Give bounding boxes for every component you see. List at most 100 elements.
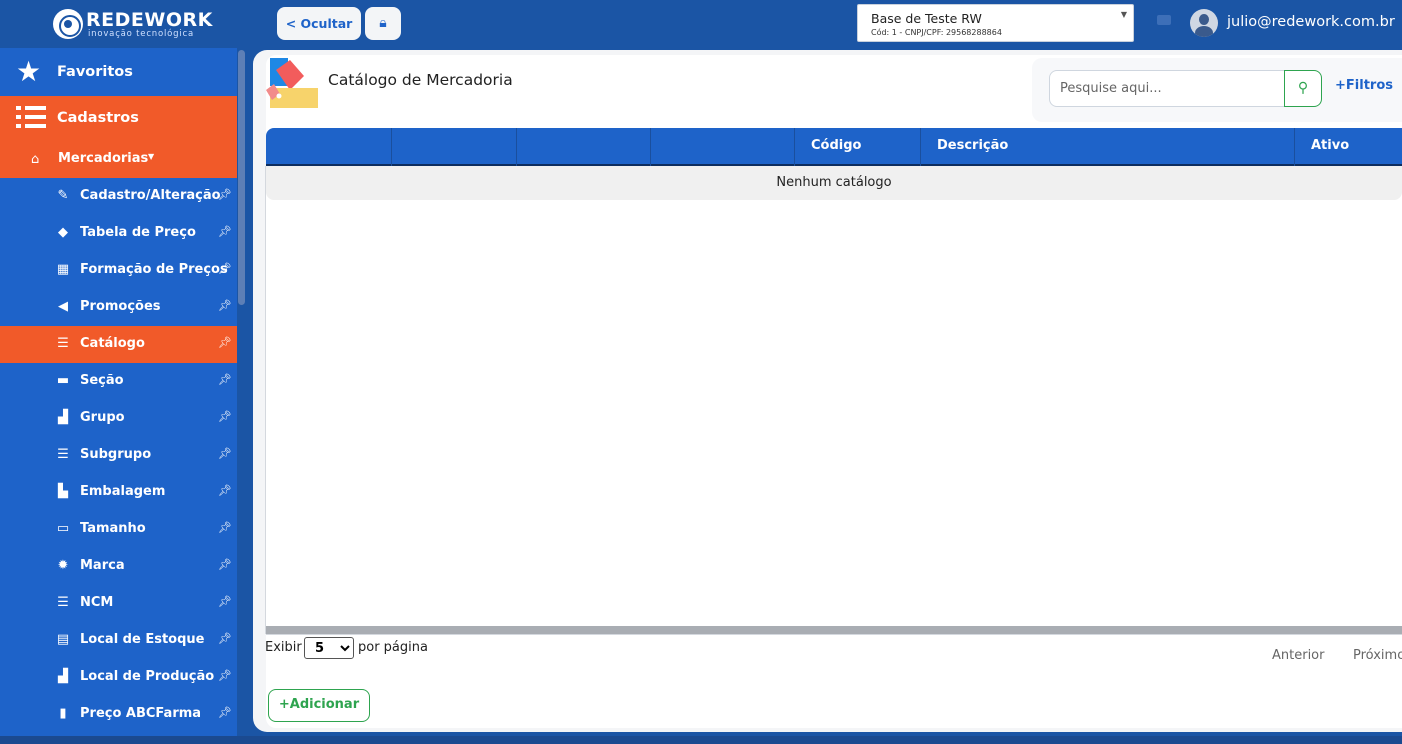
per-page-label: Exibir [265, 640, 302, 655]
search-input[interactable] [1049, 70, 1287, 107]
lock-icon: 🔒︎ [379, 15, 387, 31]
list-icon [16, 106, 46, 128]
bottom-bar [0, 736, 1402, 744]
sidebar-item-marca[interactable]: ✹ Marca 📌︎ [0, 548, 237, 585]
page-title: Catálogo de Mercadoria [328, 71, 513, 89]
sidebar-item-grupo[interactable]: ▟ Grupo 📌︎ [0, 400, 237, 437]
pin-icon[interactable]: 📌︎ [218, 410, 232, 423]
sidebar-item-favoritos[interactable]: ★ Favoritos [0, 48, 237, 96]
pin-icon[interactable]: 📌︎ [218, 706, 232, 719]
list-icon: ☰ [57, 595, 69, 610]
industry-icon: ▟ [58, 669, 68, 684]
dolly-icon: ▙ [58, 484, 68, 499]
sidebar-item-cadastro-alteracao[interactable]: ✎ Cadastro/Alteração 📌︎ [0, 178, 237, 215]
search-button[interactable]: ⚲ [1284, 70, 1322, 107]
database-select[interactable]: Base de Teste RW Cód: 1 - CNPJ/CPF: 2956… [857, 4, 1134, 42]
column-header-1[interactable] [266, 128, 392, 166]
archive-icon: ▬ [56, 373, 70, 388]
brand-tagline: inovação tecnológica [88, 29, 194, 39]
table-divider [266, 634, 1402, 635]
sidebar-item-tabela-de-preco[interactable]: ◆ Tabela de Preço 📌︎ [0, 215, 237, 252]
list-icon: ☰ [57, 336, 69, 351]
sidebar-item-label: Marca [80, 558, 125, 573]
user-email[interactable]: julio@redework.com.br [1227, 14, 1395, 30]
pin-icon[interactable]: 📌︎ [218, 336, 232, 349]
pin-icon[interactable]: 📌︎ [218, 299, 232, 312]
search-icon: ⚲ [1297, 80, 1309, 96]
list-icon: ☰ [57, 447, 69, 462]
sidebar-item-local-de-estoque[interactable]: ▤ Local de Estoque 📌︎ [0, 622, 237, 659]
pin-icon[interactable]: 📌︎ [218, 447, 232, 460]
sidebar-item-label: Promoções [80, 299, 161, 314]
sidebar-item-formacao-de-precos[interactable]: ▦ Formação de Preços 📌︎ [0, 252, 237, 289]
megaphone-icon: ◀ [58, 299, 68, 314]
sidebar-item-preco-abcfarma[interactable]: ▮ Preço ABCFarma 📌︎ [0, 696, 237, 733]
sidebar-item-label: Preço ABCFarma [80, 706, 202, 721]
caret-down-icon: ▼ [148, 152, 155, 161]
sidebar-item-embalagem[interactable]: ▙ Embalagem 📌︎ [0, 474, 237, 511]
sidebar-item-label: Cadastros [57, 110, 139, 126]
brand-mark-icon [53, 9, 83, 39]
pin-icon[interactable]: 📌︎ [218, 188, 232, 201]
column-header-4[interactable] [651, 128, 795, 166]
add-button[interactable]: +Adicionar [268, 689, 370, 722]
table-horizontal-scrollbar[interactable] [266, 626, 1402, 634]
sidebar-item-catalogo[interactable]: ☰ Catálogo 📌︎ [0, 326, 237, 363]
sidebar-item-label: NCM [80, 595, 114, 610]
pin-icon[interactable]: 📌︎ [218, 262, 232, 275]
sidebar-item-cadastros[interactable]: Cadastros ⌂ Mercadorias ▼ [0, 96, 237, 178]
sidebar-item-label: Tamanho [80, 521, 146, 536]
column-header-descricao[interactable]: Descrição [921, 128, 1295, 166]
sidebar-item-promocoes[interactable]: ◀ Promoções 📌︎ [0, 289, 237, 326]
database-detail: Cód: 1 - CNPJ/CPF: 29568288864 [871, 28, 1002, 37]
sidebar-item-subgrupo[interactable]: ☰ Subgrupo 📌︎ [0, 437, 237, 474]
sidebar-scrollbar-thumb[interactable] [238, 50, 245, 305]
sidebar: REDEWORK inovação tecnológica ★ Favorito… [0, 0, 246, 744]
basket-icon: ⌂ [31, 152, 40, 167]
pin-icon[interactable]: 📌︎ [218, 595, 232, 608]
column-header-3[interactable] [517, 128, 651, 166]
database-name: Base de Teste RW [871, 11, 982, 26]
sidebar-item-label: Grupo [80, 410, 125, 425]
pin-icon[interactable]: 📌︎ [218, 484, 232, 497]
calculator-icon: ▦ [56, 262, 70, 277]
warehouse-icon: ▤ [56, 632, 70, 647]
column-header-2[interactable] [392, 128, 517, 166]
column-header-codigo[interactable]: Código [795, 128, 921, 166]
filters-button[interactable]: +Filtros [1335, 78, 1393, 93]
sidebar-submenu: ✎ Cadastro/Alteração 📌︎ ◆ Tabela de Preço 📌︎ ▦… [0, 178, 237, 733]
previous-page-button[interactable]: Anterior [1272, 648, 1324, 663]
sidebar-item-label: Tabela de Preço [80, 225, 196, 240]
sidebar-item-local-de-producao[interactable]: ▟ Local de Produção 📌︎ [0, 659, 237, 696]
brand-name: REDEWORK [86, 9, 213, 31]
per-page-select[interactable]: 5102550 [304, 637, 354, 659]
prescription-icon: ▮ [59, 706, 67, 721]
next-page-button[interactable]: Próximo [1353, 648, 1402, 663]
pin-icon[interactable]: 📌︎ [218, 521, 232, 534]
pin-icon[interactable]: 📌︎ [218, 632, 232, 645]
table-header: Código Descrição Ativo [266, 128, 1402, 166]
sidebar-scrollbar[interactable] [237, 48, 246, 744]
pin-icon[interactable]: 📌︎ [218, 558, 232, 571]
sidebar-subitem-mercadorias[interactable]: Mercadorias [58, 151, 148, 166]
caret-down-icon: ▼ [1120, 10, 1127, 19]
plus-icon: + [278, 697, 290, 712]
pin-icon[interactable]: 📌︎ [218, 225, 232, 238]
sidebar-item-label: Local de Produção [80, 669, 215, 684]
message-icon[interactable] [1157, 15, 1171, 25]
sidebar-item-label: Cadastro/Alteração [80, 188, 221, 203]
per-page-suffix: por página [358, 640, 428, 655]
sidebar-item-secao[interactable]: ▬ Seção 📌︎ [0, 363, 237, 400]
pin-icon[interactable]: 📌︎ [218, 669, 232, 682]
sidebar-item-label: Embalagem [80, 484, 166, 499]
catalog-logo-icon [266, 58, 318, 108]
lock-button[interactable]: 🔒︎ [365, 7, 401, 40]
column-header-ativo[interactable]: Ativo [1295, 128, 1402, 166]
brand-logo[interactable]: REDEWORK inovação tecnológica [0, 0, 246, 48]
sidebar-item-tamanho[interactable]: ▭ Tamanho 📌︎ [0, 511, 237, 548]
avatar[interactable] [1190, 9, 1218, 37]
hide-sidebar-button[interactable]: < Ocultar [277, 7, 361, 40]
pin-icon[interactable]: 📌︎ [218, 373, 232, 386]
plus-icon: + [1335, 78, 1346, 93]
sidebar-item-ncm[interactable]: ☰ NCM 📌︎ [0, 585, 237, 622]
